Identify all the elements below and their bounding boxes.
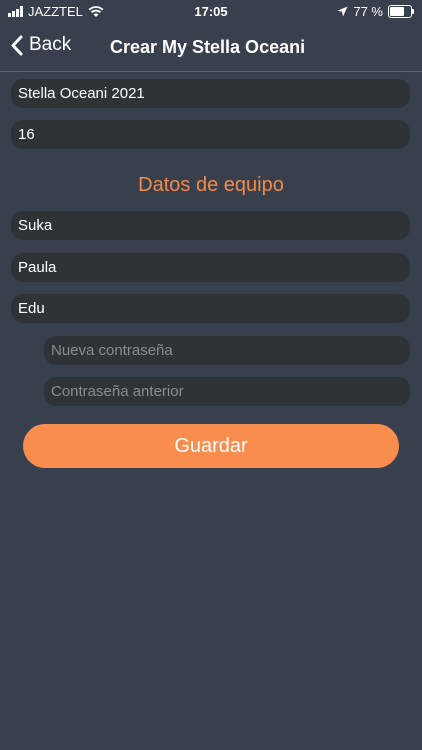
section-title: Datos de equipo <box>138 174 284 196</box>
chevron-left-icon <box>11 35 23 55</box>
new-password-field[interactable]: Nueva contraseña <box>44 336 410 365</box>
save-button[interactable]: Guardar <box>23 424 399 468</box>
name-field[interactable]: Stella Oceani 2021 <box>11 79 410 108</box>
battery-percent: 77 % <box>353 4 383 19</box>
member-field-1[interactable]: Suka <box>11 211 410 240</box>
number-field[interactable]: 16 <box>11 120 410 149</box>
status-bar: JAZZTEL 17:05 77 % <box>0 0 422 24</box>
back-button[interactable]: Back <box>10 34 71 56</box>
old-password-field[interactable]: Contraseña anterior <box>44 377 410 406</box>
back-label: Back <box>29 34 72 55</box>
navigation-bar: Back Crear My Stella Oceani <box>0 24 422 72</box>
page-title: Crear My Stella Oceani <box>110 37 306 57</box>
member-field-2[interactable]: Paula <box>11 253 410 282</box>
battery-icon <box>388 5 414 18</box>
status-right: 77 % <box>337 4 414 19</box>
member-field-3[interactable]: Edu <box>11 294 410 323</box>
location-arrow-icon <box>337 6 348 17</box>
